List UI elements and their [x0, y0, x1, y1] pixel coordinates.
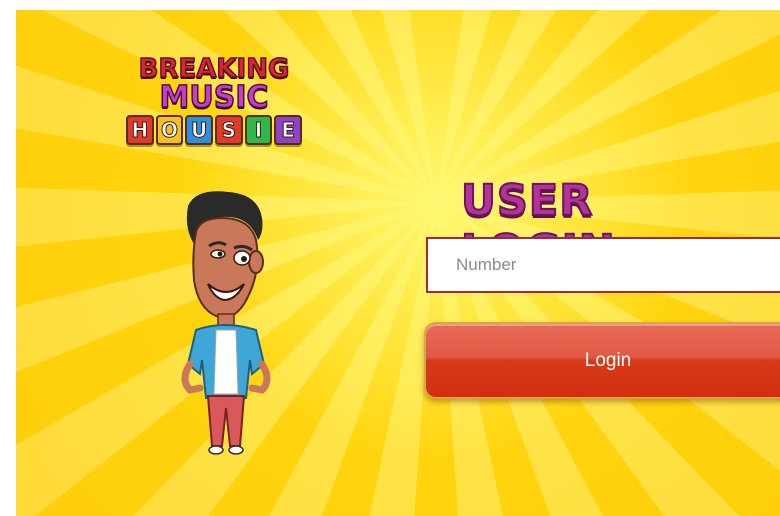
number-field-container [426, 237, 780, 293]
logo-tile: S [215, 115, 243, 145]
breaking-music-house-logo: BREAKING MUSIC H O U S I E [125, 54, 303, 168]
logo-tile: O [155, 115, 184, 145]
logo-tile: I [244, 115, 273, 145]
logo-word-music: MUSIC [159, 80, 270, 115]
logo-word-breaking: BREAKING [138, 54, 290, 84]
logo-house-tiles: H O U S I E [125, 115, 303, 145]
cartoon-man-illustration [181, 191, 271, 455]
logo-tile: U [185, 115, 213, 145]
logo-tile: E [274, 115, 303, 145]
login-button-label: Login [584, 349, 632, 371]
login-button[interactable]: Login [424, 322, 780, 399]
login-screen-background: BREAKING MUSIC H O U S I E USER Number L… [16, 10, 780, 516]
number-input[interactable] [428, 239, 780, 291]
logo-tile: H [125, 115, 154, 145]
